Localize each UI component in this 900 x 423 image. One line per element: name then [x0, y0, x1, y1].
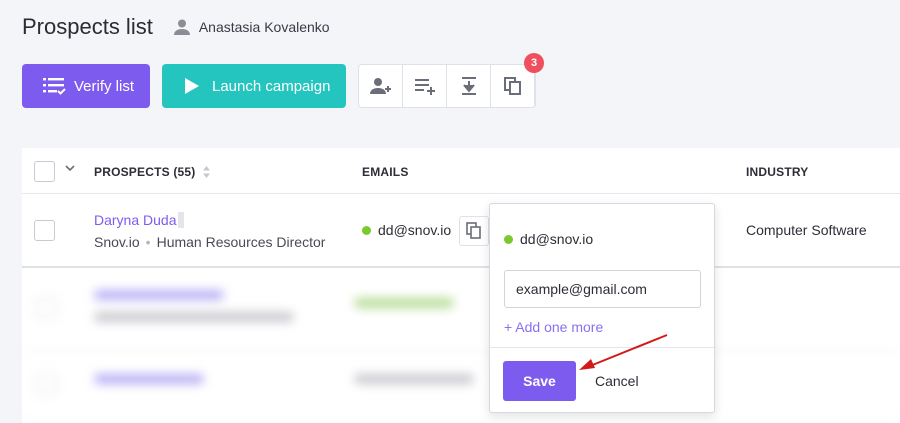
prospect-position: Human Resources Director [156, 234, 326, 250]
duplicates-icon [503, 77, 521, 95]
blurred-name [94, 290, 224, 300]
row-checkbox[interactable] [36, 374, 56, 394]
separator-dot: • [145, 234, 151, 250]
annotation-arrow-icon [579, 334, 668, 370]
table-row: Daryna Duda Snov.io • Human Resources Dire… [22, 194, 900, 268]
popover-email: dd@snov.io [504, 231, 593, 247]
prospect-industry: Computer Software [746, 222, 867, 238]
save-button[interactable]: Save [503, 361, 576, 401]
column-header-prospects[interactable]: PROSPECTS (55) [94, 165, 211, 179]
prospect-email: dd@snov.io [378, 222, 452, 238]
text-cursor [177, 212, 184, 228]
prospect-name-link[interactable]: Daryna Duda [94, 212, 184, 228]
column-header-industry: INDUSTRY [746, 165, 809, 179]
add-prospect-icon [369, 78, 391, 94]
edit-email-popover: dd@snov.io + Add one more Save Cancel [489, 203, 715, 413]
prospect-details: Snov.io • Human Resources Director [94, 234, 325, 250]
select-all-checkbox[interactable] [34, 161, 55, 182]
blurred-email [354, 374, 474, 384]
table-row [22, 352, 900, 422]
popover-email-text: dd@snov.io [520, 231, 594, 247]
add-to-list-button[interactable] [403, 65, 447, 107]
add-to-list-icon [414, 79, 435, 95]
copy-email-button[interactable] [459, 216, 489, 246]
verify-list-label: Verify list [74, 77, 135, 95]
table-row [22, 268, 900, 352]
duplicates-badge: 3 [524, 53, 544, 73]
blurred-email [354, 298, 454, 308]
chevron-down-icon[interactable] [65, 165, 75, 173]
sort-icon [202, 166, 210, 178]
page-title: Prospects list [22, 14, 153, 39]
page-header: Prospects list Anastasia Kovalenko [22, 14, 330, 40]
row-checkbox[interactable] [36, 298, 56, 318]
prospects-table: PROSPECTS (55) EMAILS INDUSTRY Daryna Du… [22, 148, 900, 423]
row-checkbox[interactable] [34, 220, 55, 241]
export-icon [461, 77, 476, 95]
prospect-company: Snov.io [94, 234, 140, 250]
add-prospect-button[interactable] [359, 65, 403, 107]
blurred-name [94, 374, 204, 384]
cancel-button[interactable]: Cancel [595, 373, 639, 389]
valid-status-dot [362, 225, 371, 235]
new-email-input[interactable] [504, 270, 701, 308]
owner-name: Anastasia Kovalenko [198, 19, 330, 35]
export-button[interactable] [447, 65, 491, 107]
email-cell: dd@snov.io [362, 222, 451, 238]
toolbar: Verify list Launch campaign 3 [22, 53, 544, 108]
verify-list-button[interactable]: Verify list [22, 64, 150, 108]
user-icon [173, 19, 190, 35]
column-header-emails: EMAILS [362, 165, 409, 179]
checklist-icon [43, 78, 66, 95]
prospect-name: Daryna Duda [94, 212, 177, 228]
play-icon [185, 78, 199, 94]
launch-campaign-button[interactable]: Launch campaign [162, 64, 346, 108]
copy-icon [466, 222, 481, 239]
table-header: PROSPECTS (55) EMAILS INDUSTRY [22, 148, 900, 194]
action-icon-bar: 3 [358, 53, 544, 108]
launch-campaign-label: Launch campaign [212, 77, 331, 95]
list-owner: Anastasia Kovalenko [173, 18, 330, 36]
valid-status-dot [504, 234, 513, 244]
blurred-details [94, 312, 294, 322]
column-prospects-label: PROSPECTS (55) [94, 165, 196, 179]
